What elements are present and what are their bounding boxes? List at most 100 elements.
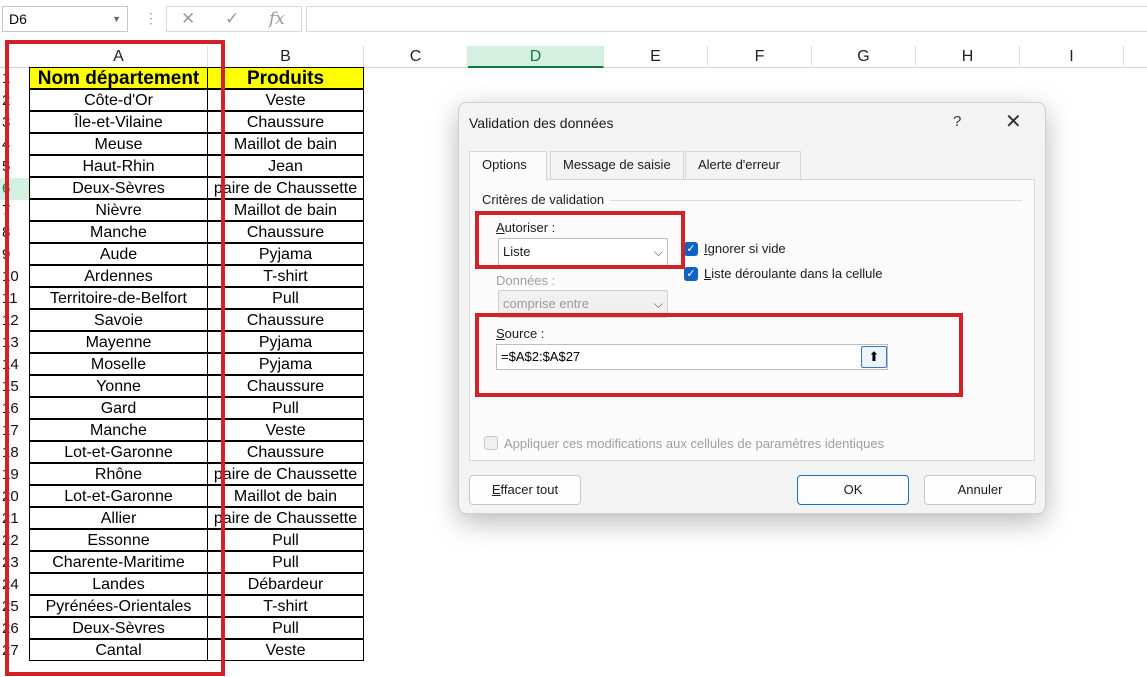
cell-b[interactable]: Chaussure <box>207 375 364 397</box>
tab-options[interactable]: Options <box>469 151 547 181</box>
row-header[interactable]: 9 <box>0 244 30 266</box>
column-header-c[interactable]: C <box>364 46 468 68</box>
cell-a[interactable]: Pyrénées-Orientales <box>29 595 208 617</box>
cell-b[interactable]: paire de Chaussette <box>207 463 364 485</box>
cell-b[interactable]: T-shirt <box>207 265 364 287</box>
cell-a[interactable]: Gard <box>29 397 208 419</box>
cell-a[interactable]: Ardennes <box>29 265 208 287</box>
cell-a[interactable]: Rhône <box>29 463 208 485</box>
cancel-x-icon[interactable]: ✕ <box>181 9 195 29</box>
cell-b[interactable]: T-shirt <box>207 595 364 617</box>
row-header[interactable]: 24 <box>0 574 30 596</box>
row-header[interactable]: 16 <box>0 398 30 420</box>
cell-a[interactable]: Essonne <box>29 529 208 551</box>
cell-a[interactable]: Deux-Sèvres <box>29 617 208 639</box>
column-header-d[interactable]: D <box>468 46 604 68</box>
cell-b[interactable]: paire de Chaussette <box>207 507 364 529</box>
column-header-b[interactable]: B <box>208 46 364 68</box>
clear-all-button[interactable]: Effacer tout <box>469 475 581 505</box>
row-header[interactable]: 26 <box>0 618 30 640</box>
cell-a[interactable]: Allier <box>29 507 208 529</box>
row-header[interactable]: 1 <box>0 68 30 90</box>
row-header[interactable]: 25 <box>0 596 30 618</box>
cell-a[interactable]: Haut-Rhin <box>29 155 208 177</box>
column-header-g[interactable]: G <box>812 46 916 68</box>
cell-a[interactable]: Charente-Maritime <box>29 551 208 573</box>
cell-b[interactable]: Maillot de bain <box>207 133 364 155</box>
cell-a[interactable]: Deux-Sèvres <box>29 177 208 199</box>
cell-a[interactable]: Lot-et-Garonne <box>29 441 208 463</box>
row-header[interactable]: 12 <box>0 310 30 332</box>
cell-b[interactable]: Pull <box>207 397 364 419</box>
column-header-f[interactable]: F <box>708 46 812 68</box>
cell-a[interactable]: Manche <box>29 419 208 441</box>
cell-a[interactable]: Cantal <box>29 639 208 661</box>
row-header[interactable]: 19 <box>0 464 30 486</box>
cancel-button[interactable]: Annuler <box>924 475 1036 505</box>
tab-error-alert[interactable]: Alerte d'erreur <box>685 151 801 179</box>
chevron-down-icon[interactable]: ⌵ <box>654 239 663 265</box>
column-header-a[interactable]: A <box>30 46 208 68</box>
cell-b[interactable]: Pull <box>207 551 364 573</box>
row-header[interactable]: 4 <box>0 134 30 156</box>
row-header[interactable]: 22 <box>0 530 30 552</box>
cell-a[interactable]: Moselle <box>29 353 208 375</box>
cell-b[interactable]: Pull <box>207 287 364 309</box>
row-header[interactable]: 11 <box>0 288 30 310</box>
row-header[interactable]: 8 <box>0 222 30 244</box>
name-box[interactable]: D6 ▼ <box>2 6 128 32</box>
cell-b[interactable]: Pyjama <box>207 353 364 375</box>
chevron-down-icon[interactable]: ▼ <box>112 7 121 31</box>
cell-a[interactable]: Aude <box>29 243 208 265</box>
cell-a[interactable]: Manche <box>29 221 208 243</box>
row-header[interactable]: 10 <box>0 266 30 288</box>
cell-a[interactable]: Meuse <box>29 133 208 155</box>
row-header[interactable]: 13 <box>0 332 30 354</box>
cell-b[interactable]: Jean <box>207 155 364 177</box>
cell-b[interactable]: Chaussure <box>207 441 364 463</box>
cell-a[interactable]: Territoire-de-Belfort <box>29 287 208 309</box>
row-header[interactable]: 27 <box>0 640 30 662</box>
cell-b[interactable]: Chaussure <box>207 111 364 133</box>
column-header-h[interactable]: H <box>916 46 1020 68</box>
help-icon[interactable]: ? <box>953 113 961 130</box>
allow-select[interactable]: Liste ⌵ <box>498 238 668 266</box>
cell-b[interactable]: Chaussure <box>207 221 364 243</box>
cell-b[interactable]: Veste <box>207 639 364 661</box>
cell-b[interactable]: Pyjama <box>207 243 364 265</box>
column-header-e[interactable]: E <box>604 46 708 68</box>
row-header[interactable]: 21 <box>0 508 30 530</box>
row-header[interactable]: 17 <box>0 420 30 442</box>
cell-a[interactable]: Mayenne <box>29 331 208 353</box>
row-header[interactable]: 20 <box>0 486 30 508</box>
row-header[interactable]: 2 <box>0 90 30 112</box>
cell-b[interactable]: Pyjama <box>207 331 364 353</box>
cell-b[interactable]: Débardeur <box>207 573 364 595</box>
cell-b[interactable]: Veste <box>207 419 364 441</box>
cell-a[interactable]: Lot-et-Garonne <box>29 485 208 507</box>
cell-a[interactable]: Savoie <box>29 309 208 331</box>
cell-b[interactable]: Chaussure <box>207 309 364 331</box>
row-header[interactable]: 6 <box>0 178 30 200</box>
ok-button[interactable]: OK <box>797 475 909 505</box>
cell-b1[interactable]: Produits <box>207 67 364 89</box>
ignore-blank-checkbox[interactable]: ✓ <box>684 242 698 256</box>
close-icon[interactable]: ✕ <box>1005 109 1022 134</box>
row-header[interactable]: 23 <box>0 552 30 574</box>
cell-a[interactable]: Yonne <box>29 375 208 397</box>
row-header[interactable]: 14 <box>0 354 30 376</box>
collapse-dialog-icon[interactable]: ⬆ <box>861 346 887 368</box>
row-header[interactable]: 18 <box>0 442 30 464</box>
source-input[interactable]: =$A$2:$A$27 <box>496 344 888 370</box>
column-header-i[interactable]: I <box>1020 46 1124 68</box>
cell-a[interactable]: Nièvre <box>29 199 208 221</box>
row-header[interactable]: 3 <box>0 112 30 134</box>
tab-input-message[interactable]: Message de saisie <box>550 151 684 179</box>
cell-b[interactable]: Maillot de bain <box>207 485 364 507</box>
cell-a[interactable]: Île-et-Vilaine <box>29 111 208 133</box>
dropdown-in-cell-checkbox[interactable]: ✓ <box>684 267 698 281</box>
fx-icon[interactable]: fx <box>269 9 285 29</box>
cell-b[interactable]: Veste <box>207 89 364 111</box>
row-header[interactable]: 7 <box>0 200 30 222</box>
check-icon[interactable]: ✓ <box>225 9 239 29</box>
